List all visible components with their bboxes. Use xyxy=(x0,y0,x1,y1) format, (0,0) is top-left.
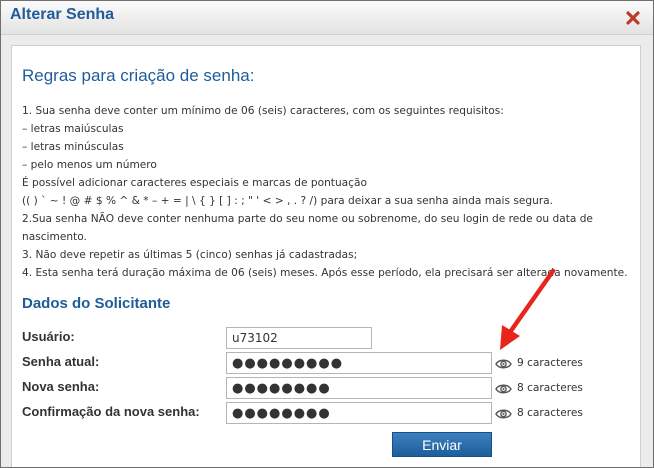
new-password-field[interactable] xyxy=(226,377,492,399)
eye-icon[interactable] xyxy=(495,383,512,395)
rule-line: – letras maiúsculas xyxy=(22,123,124,135)
requester-section-title: Dados do Solicitante xyxy=(22,295,171,312)
current-password-char-count: 9 caracteres xyxy=(517,357,583,369)
dialog-title: Alterar Senha xyxy=(10,6,115,23)
confirm-password-field[interactable] xyxy=(226,402,492,424)
rule-line: (( ) ` ~ ! @ # $ % ^ & * – + = | \ { } [… xyxy=(22,195,554,207)
confirm-password-char-count: 8 caracteres xyxy=(517,407,583,419)
rules-title: Regras para criação de senha: xyxy=(22,66,255,85)
rule-line: – pelo menos um número xyxy=(22,159,157,171)
user-label: Usuário: xyxy=(22,329,75,344)
current-password-label: Senha atual: xyxy=(22,354,100,369)
submit-button[interactable]: Enviar xyxy=(392,432,492,457)
rule-line: – letras minúsculas xyxy=(22,141,124,153)
eye-icon[interactable] xyxy=(495,408,512,420)
user-field[interactable] xyxy=(226,327,372,349)
current-password-field[interactable] xyxy=(226,352,492,374)
form-panel: Regras para criação de senha: 1. Sua sen… xyxy=(11,45,641,467)
rule-line: 4. Esta senha terá duração máxima de 06 … xyxy=(22,267,628,279)
rule-line: 3. Não deve repetir as últimas 5 (cinco)… xyxy=(22,249,358,261)
rules-list: 1. Sua senha deve conter um mínimo de 06… xyxy=(22,102,632,282)
rule-line: 2.Sua senha NÃO deve conter nenhuma part… xyxy=(22,213,593,243)
rule-line: 1. Sua senha deve conter um mínimo de 06… xyxy=(22,105,504,117)
close-icon[interactable] xyxy=(625,10,641,26)
confirm-password-label: Confirmação da nova senha: xyxy=(22,404,200,419)
rule-line: É possível adicionar caracteres especiai… xyxy=(22,177,367,189)
new-password-char-count: 8 caracteres xyxy=(517,382,583,394)
new-password-label: Nova senha: xyxy=(22,379,100,394)
dialog-titlebar: Alterar Senha xyxy=(1,1,653,35)
change-password-dialog: Alterar Senha Regras para criação de sen… xyxy=(0,0,654,468)
eye-icon[interactable] xyxy=(495,358,512,370)
